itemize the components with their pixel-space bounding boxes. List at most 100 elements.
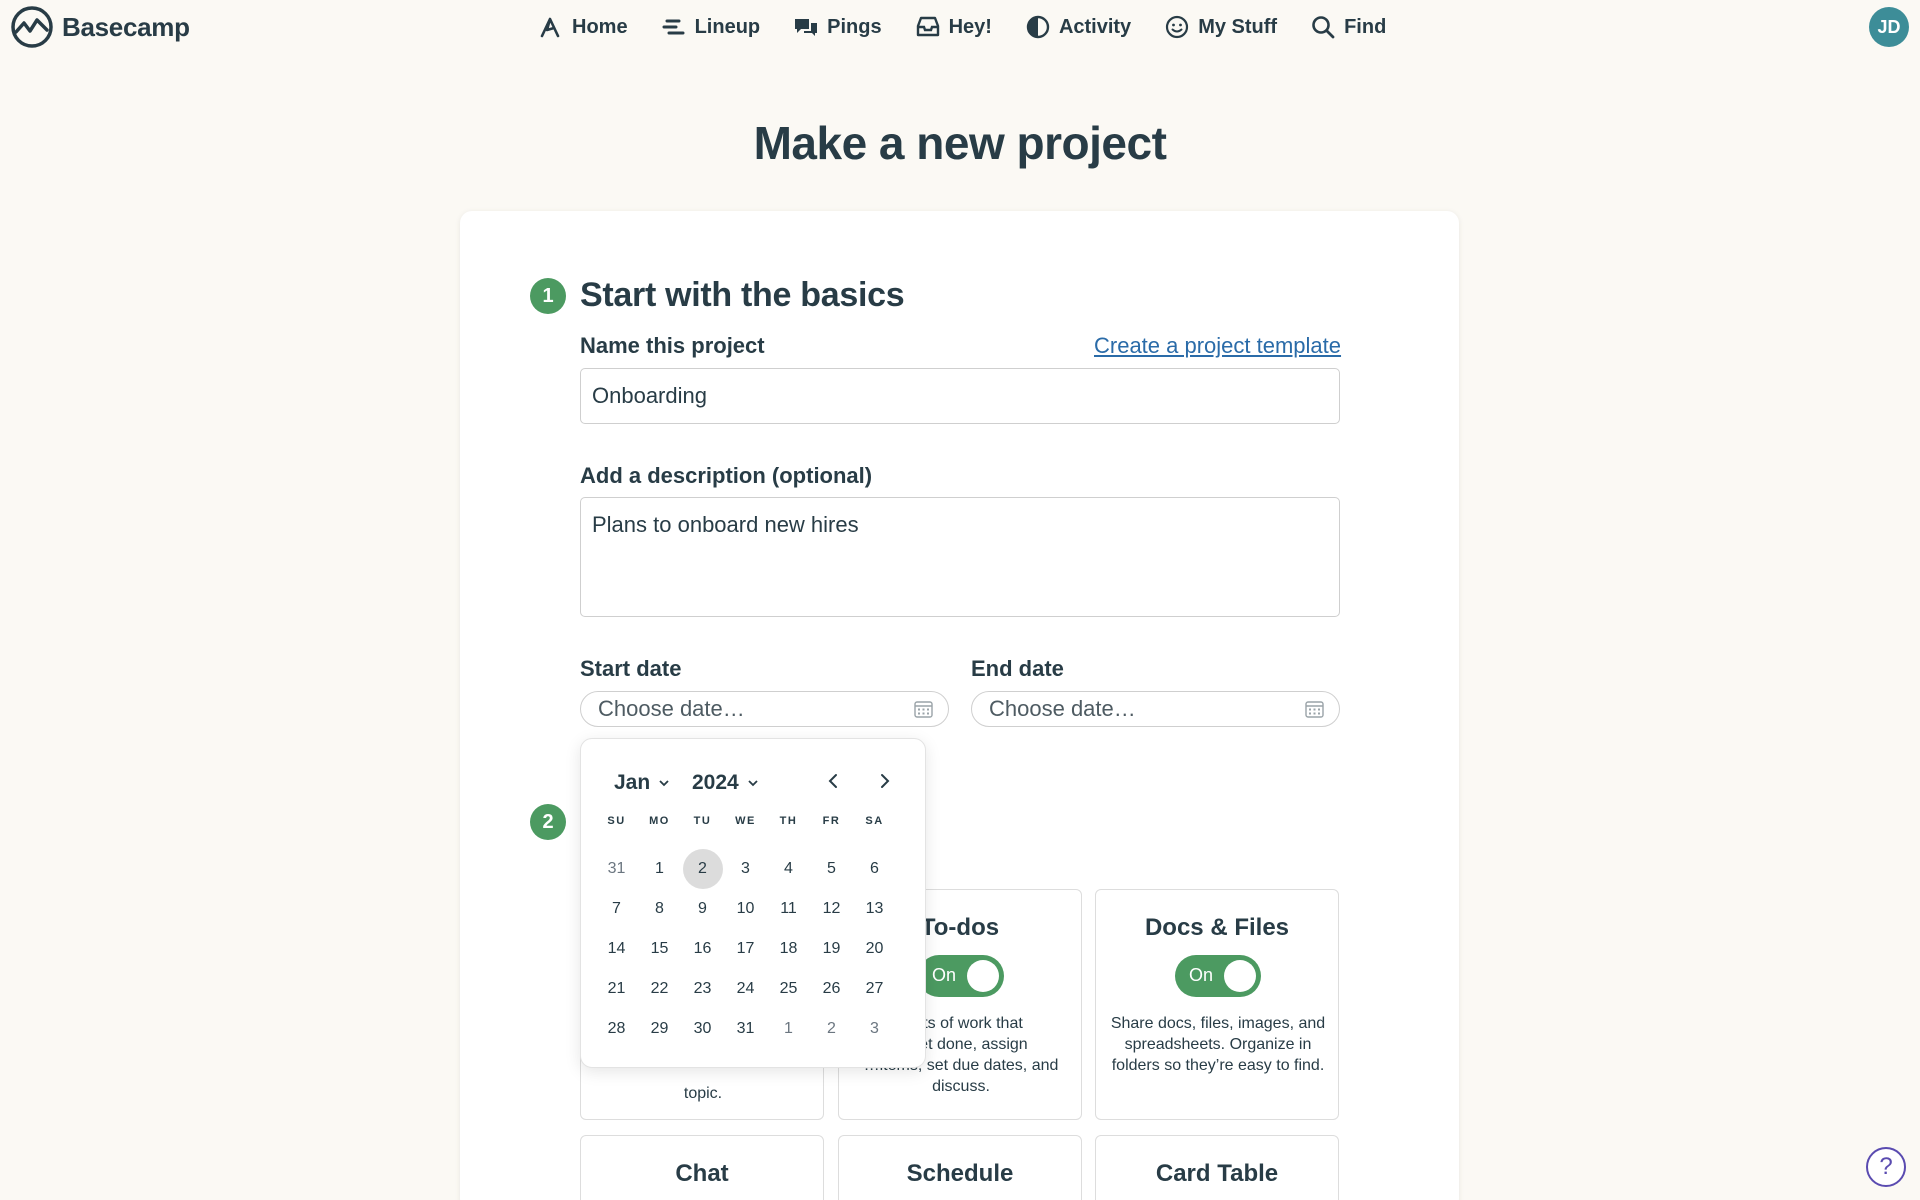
nav-home-label: Home — [572, 15, 628, 38]
weekday-header: MO — [649, 815, 670, 827]
home-icon — [540, 17, 560, 38]
calendar-day[interactable]: 1 — [640, 849, 680, 889]
tool-schedule-title: Schedule — [906, 1160, 1014, 1187]
project-name-label: Name this project — [580, 333, 765, 358]
calendar-icon — [1305, 701, 1324, 718]
tool-card-chat: Chat — [580, 1135, 824, 1200]
nav-find-label: Find — [1344, 15, 1387, 38]
calendar-day[interactable]: 2 — [812, 1009, 852, 1049]
calendar-day[interactable]: 3 — [726, 849, 766, 889]
calendar-day[interactable]: 21 — [597, 969, 637, 1009]
basecamp-logo[interactable]: Basecamp — [10, 6, 190, 48]
docs-toggle[interactable]: On — [1175, 955, 1261, 997]
calendar-day[interactable]: 12 — [812, 889, 852, 929]
calendar-day[interactable]: 10 — [726, 889, 766, 929]
year-select[interactable]: 2024 — [692, 771, 759, 795]
pings-icon — [795, 19, 818, 36]
nav-my-stuff-label: My Stuff — [1198, 15, 1278, 38]
weekday-header: TU — [693, 815, 712, 827]
tool-docs-desc: Share docs, files, images, and spreadshe… — [1110, 1015, 1326, 1074]
todos-toggle[interactable]: On — [918, 955, 1004, 997]
calendar-day[interactable]: 31 — [597, 849, 637, 889]
start-date-label: Start date — [580, 656, 682, 681]
start-date-input[interactable]: Choose date… — [580, 691, 949, 727]
toggle-knob — [1224, 960, 1256, 992]
weekday-header: SU — [607, 815, 626, 827]
docs-toggle-label: On — [1189, 965, 1214, 985]
start-date-placeholder: Choose date… — [598, 696, 745, 721]
nav-lineup-label: Lineup — [694, 15, 761, 38]
calendar-day[interactable]: 4 — [769, 849, 809, 889]
lineup-icon — [662, 19, 685, 35]
calendar-day[interactable]: 22 — [640, 969, 680, 1009]
basecamp-logo-icon — [11, 6, 53, 48]
nav-lineup[interactable]: Lineup — [661, 14, 761, 40]
calendar-day[interactable]: 26 — [812, 969, 852, 1009]
calendar-day[interactable]: 6 — [855, 849, 895, 889]
calendar-day[interactable]: 7 — [597, 889, 637, 929]
step-1-badge: 1 — [530, 278, 566, 314]
smiley-icon — [1166, 15, 1189, 39]
calendar-day[interactable]: 20 — [855, 929, 895, 969]
prev-month-button[interactable] — [822, 769, 846, 793]
end-date-input[interactable]: Choose date… — [971, 691, 1340, 727]
end-date-placeholder: Choose date… — [989, 696, 1136, 721]
calendar-day[interactable]: 30 — [683, 1009, 723, 1049]
help-button[interactable]: ? — [1866, 1147, 1906, 1187]
calendar-day[interactable]: 18 — [769, 929, 809, 969]
calendar-day[interactable]: 3 — [855, 1009, 895, 1049]
project-name-input[interactable]: Onboarding — [580, 368, 1340, 424]
calendar-day[interactable]: 23 — [683, 969, 723, 1009]
toggle-knob — [967, 960, 999, 992]
calendar-day[interactable]: 9 — [683, 889, 723, 929]
calendar-day[interactable]: 1 — [769, 1009, 809, 1049]
calendar-day[interactable]: 25 — [769, 969, 809, 1009]
nav-pings[interactable]: Pings — [793, 14, 882, 40]
calendar-day[interactable]: 28 — [597, 1009, 637, 1049]
tool-card-table-title: Card Table — [1155, 1160, 1279, 1187]
nav-hey[interactable]: Hey! — [915, 14, 992, 40]
nav-home[interactable]: Home — [538, 14, 628, 40]
tool-card-docs-files: Docs & Files On Share docs, files, image… — [1095, 889, 1339, 1120]
page-title: Make a new project — [753, 117, 1167, 169]
next-month-button[interactable] — [872, 769, 896, 793]
chevron-down-icon — [748, 780, 758, 787]
step-1-title: Start with the basics — [580, 276, 905, 314]
calendar-day[interactable]: 24 — [726, 969, 766, 1009]
calendar-day[interactable]: 8 — [640, 889, 680, 929]
calendar-icon — [914, 701, 933, 718]
tool-docs-title: Docs & Files — [1144, 914, 1290, 941]
calendar-day[interactable]: 5 — [812, 849, 852, 889]
calendar-day[interactable]: 11 — [769, 889, 809, 929]
calendar-day[interactable]: 15 — [640, 929, 680, 969]
user-avatar[interactable]: JD — [1869, 7, 1909, 47]
calendar-day[interactable]: 13 — [855, 889, 895, 929]
calendar-day[interactable]: 19 — [812, 929, 852, 969]
chevron-down-icon — [659, 780, 669, 787]
nav-hey-label: Hey! — [948, 15, 992, 38]
description-label: Add a description (optional) — [580, 463, 873, 488]
tool-card-card-table: Card Table — [1095, 1135, 1339, 1200]
nav-activity[interactable]: Activity — [1025, 14, 1131, 40]
top-nav: Basecamp Home Lineup Pings Hey! Activity… — [0, 0, 1920, 54]
month-select[interactable]: Jan — [614, 771, 670, 795]
nav-pings-label: Pings — [827, 15, 882, 38]
calendar-day[interactable]: 29 — [640, 1009, 680, 1049]
tool-chat-title: Chat — [675, 1160, 729, 1187]
weekday-header: WE — [735, 815, 756, 827]
calendar-day[interactable]: 14 — [597, 929, 637, 969]
calendar-day[interactable]: 31 — [726, 1009, 766, 1049]
weekday-header: FR — [822, 815, 841, 827]
create-template-link[interactable]: Create a project template — [1094, 333, 1341, 359]
calendar-day[interactable]: 17 — [726, 929, 766, 969]
step-2-badge: 2 — [530, 804, 566, 840]
calendar-day[interactable]: 16 — [683, 929, 723, 969]
nav-find[interactable]: Find — [1310, 14, 1386, 40]
nav-my-stuff[interactable]: My Stuff — [1164, 14, 1277, 40]
calendar-day[interactable]: 2 — [682, 849, 723, 889]
datepicker-popup: Jan 2024 SU MO TU WE TH FR SA 31 1 2 3 4 5 6 7 8… — [580, 738, 926, 1068]
description-textarea[interactable]: Plans to onboard new hires — [580, 497, 1340, 617]
calendar-day[interactable]: 27 — [855, 969, 895, 1009]
brand-name: Basecamp — [62, 11, 190, 42]
tool-card-hidden-desc: topic. — [683, 1085, 723, 1102]
